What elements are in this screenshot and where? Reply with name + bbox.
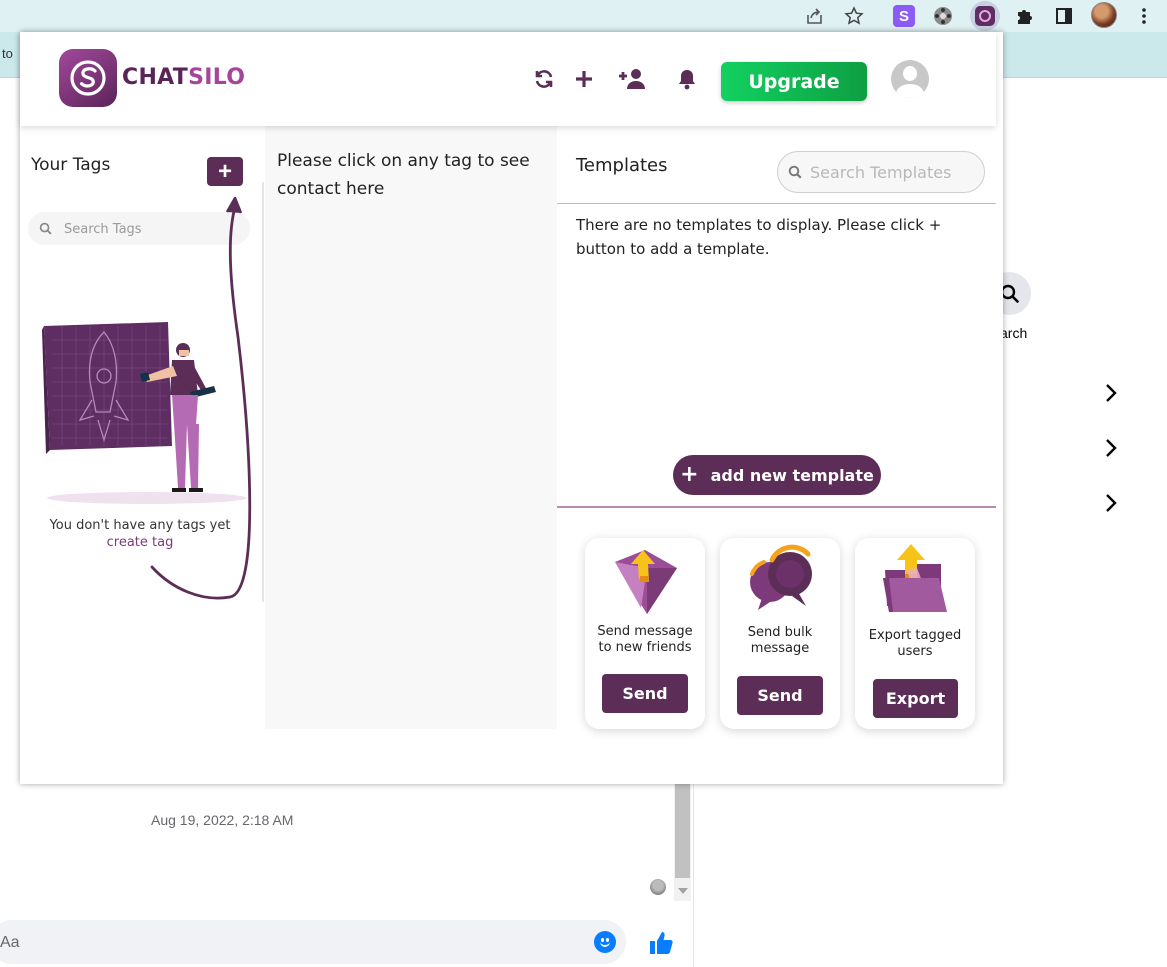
brand-wordmark: CHATSILO xyxy=(122,65,246,90)
chatsilo-extension-icon[interactable] xyxy=(970,1,1000,31)
bell-icon[interactable] xyxy=(676,68,698,90)
contacts-panel xyxy=(265,126,557,729)
message-timestamp: Aug 19, 2022, 2:18 AM xyxy=(151,812,294,828)
profile-avatar[interactable] xyxy=(1091,2,1117,28)
send-bulk-message-text: Send bulk message xyxy=(747,625,813,656)
scroll-down-arrow-icon[interactable] xyxy=(678,888,688,894)
add-user-icon[interactable] xyxy=(618,68,648,90)
film-reel-icon[interactable] xyxy=(931,4,955,28)
export-tagged-users-text: Export tagged users xyxy=(868,628,962,659)
send-bulk-message-button[interactable]: Send xyxy=(737,676,823,715)
scrollbar-thumb[interactable] xyxy=(675,783,690,878)
templates-title: Templates xyxy=(576,155,668,176)
upgrade-button[interactable]: Upgrade xyxy=(721,62,867,101)
chatsilo-logo xyxy=(59,49,117,107)
popup-header: CHATSILO Upgrade xyxy=(20,32,996,126)
folder-export-icon xyxy=(883,544,947,612)
thumbs-up-icon[interactable] xyxy=(647,929,675,957)
seen-avatar xyxy=(650,879,666,895)
envelope-send-icon xyxy=(615,550,677,614)
add-template-button[interactable]: + add new template xyxy=(673,455,881,495)
divider xyxy=(557,203,996,204)
add-template-label: add new template xyxy=(710,465,874,485)
chevron-right-icon[interactable] xyxy=(1104,382,1118,404)
star-icon[interactable] xyxy=(842,4,866,28)
chevron-right-icon[interactable] xyxy=(1104,492,1118,514)
emoji-icon[interactable] xyxy=(594,931,616,953)
send-to-new-friends-card: Send message to new friends Send xyxy=(585,538,705,729)
message-placeholder: Aa xyxy=(0,934,20,951)
message-input[interactable] xyxy=(0,920,626,964)
puzzle-icon[interactable] xyxy=(1012,4,1036,28)
plus-icon: + xyxy=(680,462,699,487)
arrow-to-add-tag-icon xyxy=(150,196,252,600)
divider xyxy=(557,506,996,508)
template-search-input[interactable] xyxy=(810,162,975,182)
browser-toolbar: S xyxy=(0,0,1167,32)
plus-icon[interactable] xyxy=(573,68,595,90)
search-icon xyxy=(788,165,802,179)
bookmark-item[interactable]: to xyxy=(2,46,13,61)
chatsilo-popup: CHATSILO Upgrade Your Tags + Search Tags… xyxy=(20,32,1003,784)
side-panel-icon[interactable] xyxy=(1052,4,1076,28)
extension-s-icon[interactable]: S xyxy=(893,5,915,27)
empty-templates-message: There are no templates to display. Pleas… xyxy=(576,216,942,258)
search-icon xyxy=(39,222,52,235)
tags-title: Your Tags xyxy=(31,155,111,175)
chevron-right-icon[interactable] xyxy=(1104,437,1118,459)
add-tag-button[interactable]: + xyxy=(207,157,243,186)
export-tagged-users-button[interactable]: Export xyxy=(873,679,958,718)
export-tagged-users-card: Export tagged users Export xyxy=(855,538,975,729)
refresh-icon[interactable] xyxy=(533,68,555,90)
search-label: arch xyxy=(1000,325,1028,341)
chat-bubbles-icon xyxy=(750,544,812,610)
user-avatar[interactable] xyxy=(891,60,929,98)
send-to-new-friends-button[interactable]: Send xyxy=(602,674,688,713)
more-vertical-icon[interactable] xyxy=(1132,4,1156,28)
send-to-new-friends-text: Send message to new friends xyxy=(597,624,693,655)
contacts-empty-message: Please click on any tag to see contact h… xyxy=(277,151,530,199)
send-bulk-message-card: Send bulk message Send xyxy=(720,538,840,729)
share-icon[interactable] xyxy=(803,4,827,28)
